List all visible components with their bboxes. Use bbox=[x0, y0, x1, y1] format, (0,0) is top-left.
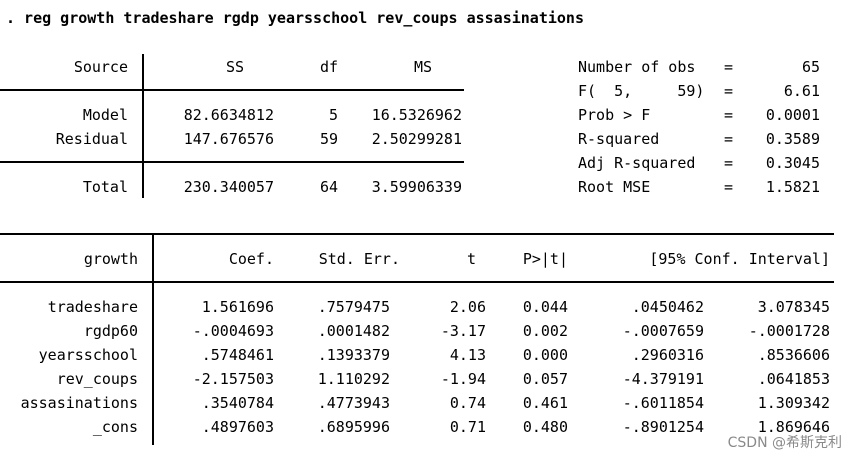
stat-label-rmse: Root MSE bbox=[578, 178, 651, 196]
coef-coef-tradeshare: 1.561696 bbox=[201, 298, 274, 316]
coef-p-rev-coups: 0.057 bbox=[522, 370, 568, 388]
coef-lo-rgdp60: -.0007659 bbox=[622, 322, 704, 340]
coef-lo-assasinations: -.6011854 bbox=[622, 394, 704, 412]
coef-se-rev-coups: 1.110292 bbox=[317, 370, 390, 388]
coef-hi-assasinations: 1.309342 bbox=[757, 394, 830, 412]
coef-var-cons: _cons bbox=[92, 418, 138, 436]
coef-t-yearsschool: 4.13 bbox=[449, 346, 486, 364]
coef-se-rgdp60: .0001482 bbox=[317, 322, 390, 340]
coef-rule-top-left bbox=[0, 233, 152, 235]
stat-eq-adjr2: = bbox=[724, 154, 734, 172]
watermark-text: CSDN @希斯克利 bbox=[727, 435, 842, 451]
anova-ss-residual: 147.676576 bbox=[183, 130, 274, 148]
coef-rule-mid-right bbox=[154, 281, 834, 283]
anova-rule-top-right bbox=[144, 89, 464, 91]
anova-rule-mid-right bbox=[144, 161, 464, 163]
anova-rule-mid-left bbox=[0, 161, 142, 163]
coef-var-tradeshare: tradeshare bbox=[47, 298, 138, 316]
coef-coef-rgdp60: -.0004693 bbox=[192, 322, 274, 340]
coef-lo-yearsschool: .2960316 bbox=[631, 346, 704, 364]
coef-header-ci: [95% Conf. Interval] bbox=[649, 250, 830, 268]
anova-header-source: Source bbox=[73, 58, 128, 76]
coef-header-coef: Coef. bbox=[228, 250, 274, 268]
stat-eq-probf: = bbox=[724, 106, 734, 124]
coef-t-cons: 0.71 bbox=[449, 418, 486, 436]
stat-value-r2: 0.3589 bbox=[765, 130, 820, 148]
anova-source-residual: Residual bbox=[55, 130, 128, 148]
coef-lo-tradeshare: .0450462 bbox=[631, 298, 704, 316]
anova-header-ss: SS bbox=[225, 58, 244, 76]
coef-var-yearsschool: yearsschool bbox=[38, 346, 138, 364]
stat-eq-rmse: = bbox=[724, 178, 734, 196]
coef-vertical-rule bbox=[152, 233, 154, 445]
anova-df-model: 5 bbox=[328, 106, 338, 124]
anova-df-residual: 59 bbox=[319, 130, 338, 148]
anova-source-model: Model bbox=[82, 106, 128, 124]
coef-lo-cons: -.8901254 bbox=[622, 418, 704, 436]
coef-coef-yearsschool: .5748461 bbox=[201, 346, 274, 364]
anova-df-total: 64 bbox=[319, 178, 338, 196]
coef-hi-rev-coups: .0641853 bbox=[757, 370, 830, 388]
stat-value-rmse: 1.5821 bbox=[765, 178, 820, 196]
coef-hi-yearsschool: .8536606 bbox=[757, 346, 830, 364]
stat-label-adjr2: Adj R-squared bbox=[578, 154, 696, 172]
stat-label-nobs: Number of obs bbox=[578, 58, 696, 76]
anova-ms-total: 3.59906339 bbox=[371, 178, 462, 196]
coef-coef-assasinations: .3540784 bbox=[201, 394, 274, 412]
anova-vertical-rule bbox=[142, 54, 144, 198]
coef-se-yearsschool: .1393379 bbox=[317, 346, 390, 364]
anova-source-total: Total bbox=[82, 178, 128, 196]
coef-t-tradeshare: 2.06 bbox=[449, 298, 486, 316]
stat-label-f: F( 5, 59) bbox=[578, 82, 705, 100]
anova-ms-residual: 2.50299281 bbox=[371, 130, 462, 148]
anova-ss-total: 230.340057 bbox=[183, 178, 274, 196]
coef-se-cons: .6895996 bbox=[317, 418, 390, 436]
coef-rule-mid-left bbox=[0, 281, 152, 283]
coef-header-var: growth bbox=[83, 250, 138, 268]
stat-value-probf: 0.0001 bbox=[765, 106, 820, 124]
coef-p-cons: 0.480 bbox=[522, 418, 568, 436]
stat-label-r2: R-squared bbox=[578, 130, 660, 148]
coef-hi-tradeshare: 3.078345 bbox=[757, 298, 830, 316]
coef-header-p: P>|t| bbox=[522, 250, 568, 268]
coef-t-assasinations: 0.74 bbox=[449, 394, 486, 412]
anova-ms-model: 16.5326962 bbox=[371, 106, 462, 124]
anova-rule-top-left bbox=[0, 89, 142, 91]
coef-p-rgdp60: 0.002 bbox=[522, 322, 568, 340]
coef-var-assasinations: assasinations bbox=[20, 394, 138, 412]
coef-lo-rev-coups: -4.379191 bbox=[622, 370, 704, 388]
stat-value-nobs: 65 bbox=[801, 58, 820, 76]
stat-value-adjr2: 0.3045 bbox=[765, 154, 820, 172]
coef-coef-cons: .4897603 bbox=[201, 418, 274, 436]
coef-t-rev-coups: -1.94 bbox=[440, 370, 486, 388]
stat-label-probf: Prob > F bbox=[578, 106, 651, 124]
coef-header-se: Std. Err. bbox=[318, 250, 400, 268]
coef-header-t: t bbox=[466, 250, 476, 268]
command-line: . reg growth tradeshare rgdp yearsschool… bbox=[6, 9, 584, 27]
anova-header-df: df bbox=[319, 58, 338, 76]
stat-eq-r2: = bbox=[724, 130, 734, 148]
coef-coef-rev-coups: -2.157503 bbox=[192, 370, 274, 388]
coef-p-yearsschool: 0.000 bbox=[522, 346, 568, 364]
stat-eq-f: = bbox=[724, 82, 734, 100]
stat-value-f: 6.61 bbox=[783, 82, 820, 100]
coef-se-tradeshare: .7579475 bbox=[317, 298, 390, 316]
anova-header-ms: MS bbox=[413, 58, 432, 76]
coef-p-assasinations: 0.461 bbox=[522, 394, 568, 412]
stat-eq-nobs: = bbox=[724, 58, 734, 76]
coef-var-rgdp60: rgdp60 bbox=[83, 322, 138, 340]
coef-hi-rgdp60: -.0001728 bbox=[748, 322, 830, 340]
anova-ss-model: 82.6634812 bbox=[183, 106, 274, 124]
coef-p-tradeshare: 0.044 bbox=[522, 298, 568, 316]
coef-rule-top-right bbox=[154, 233, 834, 235]
coef-t-rgdp60: -3.17 bbox=[440, 322, 486, 340]
coef-se-assasinations: .4773943 bbox=[317, 394, 390, 412]
coef-var-rev-coups: rev_coups bbox=[56, 370, 138, 388]
